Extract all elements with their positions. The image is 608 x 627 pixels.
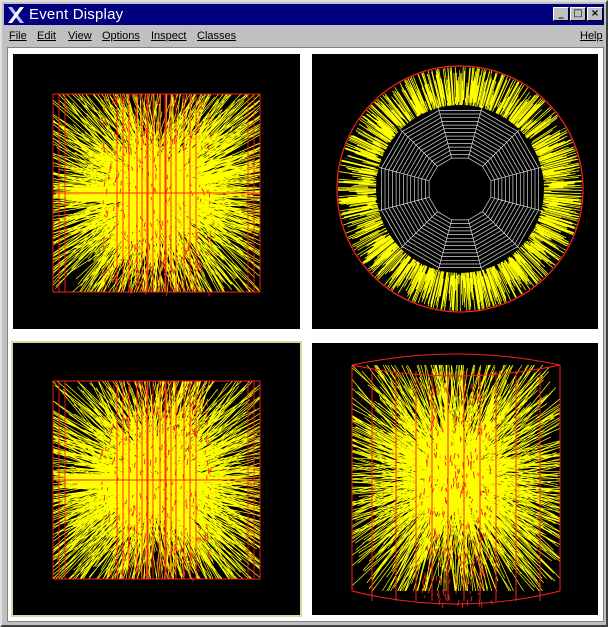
minimize-button[interactable]: _	[553, 7, 569, 21]
x-window-logo-icon	[8, 7, 24, 23]
menu-inspect-label: Inspect	[151, 30, 187, 42]
menu-file[interactable]: File	[9, 30, 27, 42]
menu-inspect[interactable]: Inspect	[151, 30, 186, 42]
menu-file-label: File	[9, 30, 27, 42]
side-view-top-left[interactable]	[13, 54, 300, 329]
close-button[interactable]: ×	[587, 7, 603, 21]
menu-edit-label: Edit	[37, 30, 56, 42]
menu-help[interactable]: Help	[580, 30, 603, 42]
view-area	[7, 47, 604, 622]
maximize-button[interactable]: □	[570, 7, 586, 21]
side-view-canvas-2[interactable]	[13, 343, 300, 615]
menu-classes[interactable]: Classes	[197, 30, 236, 42]
perspective-view-bottom-right[interactable]	[312, 343, 598, 615]
window-title: Event Display	[29, 6, 124, 23]
menu-view[interactable]: View	[68, 30, 92, 42]
menu-options-label: Options	[102, 30, 140, 42]
menu-bar: File Edit View Options Inspect Classes H…	[4, 27, 604, 45]
title-bar[interactable]: Event Display _ □ ×	[4, 4, 604, 25]
menu-options[interactable]: Options	[102, 30, 140, 42]
end-view-top-right[interactable]	[312, 54, 598, 329]
event-display-window: Event Display _ □ × File Edit View Optio…	[0, 0, 608, 627]
side-view-canvas[interactable]	[13, 54, 300, 329]
menu-edit[interactable]: Edit	[37, 30, 56, 42]
menu-help-label: Help	[580, 30, 603, 42]
menu-view-label: View	[68, 30, 92, 42]
side-view-bottom-left[interactable]	[11, 341, 302, 617]
menu-classes-label: Classes	[197, 30, 237, 42]
perspective-view-canvas[interactable]	[312, 343, 598, 615]
end-view-canvas[interactable]	[312, 54, 598, 329]
